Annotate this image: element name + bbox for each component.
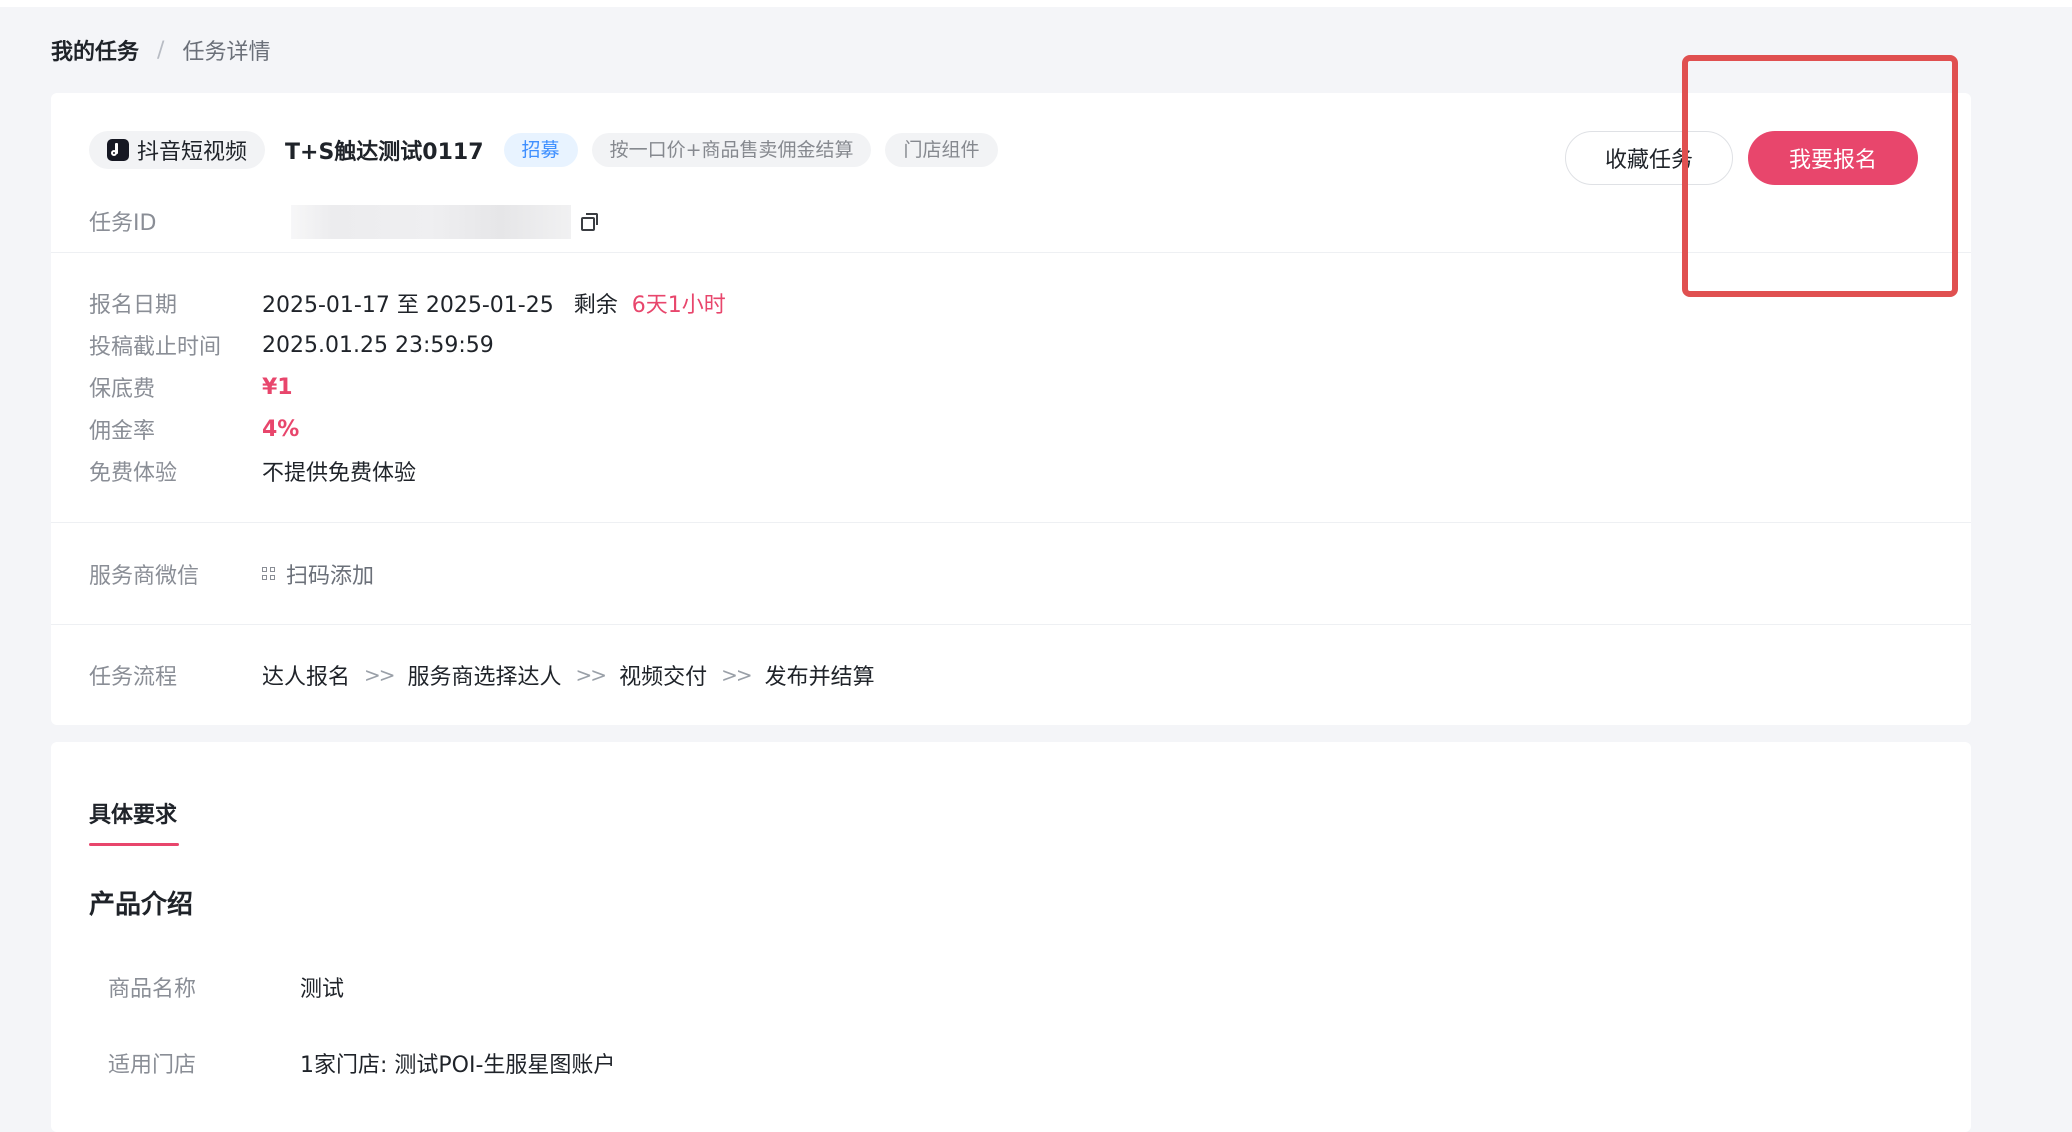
- commission-row: 佣金率 4%: [89, 411, 299, 447]
- task-flow-row: 任务流程 达人报名 >> 服务商选择达人 >> 视频交付 >> 发布并结算: [89, 657, 875, 693]
- deadline-row: 投稿截止时间 2025.01.25 23:59:59: [89, 327, 494, 363]
- wechat-row: 服务商微信 扫码添加: [89, 556, 374, 592]
- flow-separator: >>: [364, 663, 395, 687]
- flow-separator: >>: [575, 663, 607, 687]
- commission-value: 4%: [262, 416, 300, 442]
- task-flow-label: 任务流程: [89, 665, 178, 690]
- tag-settlement: 按一口价+商品售卖佣金结算: [591, 133, 872, 167]
- flow-step: 服务商选择达人: [407, 665, 562, 690]
- section-title-product: 产品介绍: [89, 890, 194, 920]
- signup-date-label: 报名日期: [89, 293, 178, 318]
- product-name-row: 商品名称 测试: [108, 969, 344, 1005]
- divider: [51, 522, 1971, 523]
- base-fee-value: ¥1: [262, 374, 293, 400]
- task-id-row: 任务ID: [89, 203, 156, 239]
- breadcrumb: 我的任务 / 任务详情: [51, 34, 270, 66]
- flow-step: 达人报名: [262, 665, 351, 690]
- product-name-label: 商品名称: [108, 977, 197, 1002]
- base-fee-row: 保底费 ¥1: [89, 369, 293, 405]
- breadcrumb-separator: /: [157, 37, 165, 63]
- task-flow-steps: 达人报名 >> 服务商选择达人 >> 视频交付 >> 发布并结算: [262, 659, 875, 691]
- stores-row: 适用门店 1家门店: 测试POI-生服星图账户: [108, 1045, 615, 1081]
- task-id-masked: [291, 205, 571, 239]
- free-trial-row: 免费体验 不提供免费体验: [89, 453, 416, 489]
- deadline-label: 投稿截止时间: [89, 335, 222, 360]
- signup-date-row: 报名日期 2025-01-17 至 2025-01-25 剩余 6天1小时: [89, 285, 726, 321]
- copy-icon[interactable]: [581, 213, 598, 231]
- platform-badge: 抖音短视频: [89, 131, 266, 169]
- remain-label: 剩余: [573, 293, 618, 318]
- douyin-icon: [107, 139, 129, 161]
- flow-step: 发布并结算: [764, 665, 875, 690]
- commission-label: 佣金率: [89, 419, 156, 444]
- task-id-label: 任务ID: [89, 211, 157, 236]
- tag-recruit: 招募: [503, 133, 578, 167]
- requirements-card: 具体要求 产品介绍 商品名称 测试 适用门店 1家门店: 测试POI-生服星图账…: [51, 742, 1971, 1132]
- base-fee-label: 保底费: [89, 377, 156, 402]
- task-title-row: 抖音短视频 T+S触达测试0117 招募 按一口价+商品售卖佣金结算 门店组件: [89, 131, 1012, 169]
- platform-label: 抖音短视频: [137, 140, 248, 165]
- qr-code-icon: [262, 567, 276, 581]
- scan-qr-label: 扫码添加: [286, 564, 375, 589]
- scan-qr-link[interactable]: 扫码添加: [262, 558, 374, 590]
- divider: [51, 624, 1971, 625]
- wechat-label: 服务商微信: [89, 564, 200, 589]
- flow-step: 视频交付: [619, 665, 708, 690]
- product-name-value: 测试: [300, 977, 345, 1002]
- tab-requirements[interactable]: 具体要求: [89, 797, 177, 829]
- breadcrumb-my-tasks[interactable]: 我的任务: [51, 34, 139, 66]
- highlight-annotation-box: [1682, 55, 1958, 297]
- stores-label: 适用门店: [108, 1053, 197, 1078]
- tab-active-indicator: [89, 843, 179, 846]
- signup-date-value: 2025-01-17 至 2025-01-25: [262, 293, 554, 318]
- breadcrumb-current: 任务详情: [182, 40, 271, 65]
- stores-value: 1家门店: 测试POI-生服星图账户: [300, 1053, 616, 1078]
- flow-separator: >>: [721, 663, 752, 687]
- deadline-value: 2025.01.25 23:59:59: [262, 332, 494, 358]
- free-trial-label: 免费体验: [89, 461, 178, 486]
- tag-store-component: 门店组件: [885, 133, 998, 167]
- remain-value: 6天1小时: [631, 293, 726, 318]
- free-trial-value: 不提供免费体验: [262, 461, 417, 486]
- top-strip: [0, 0, 2072, 7]
- task-name: T+S触达测试0117: [285, 140, 484, 165]
